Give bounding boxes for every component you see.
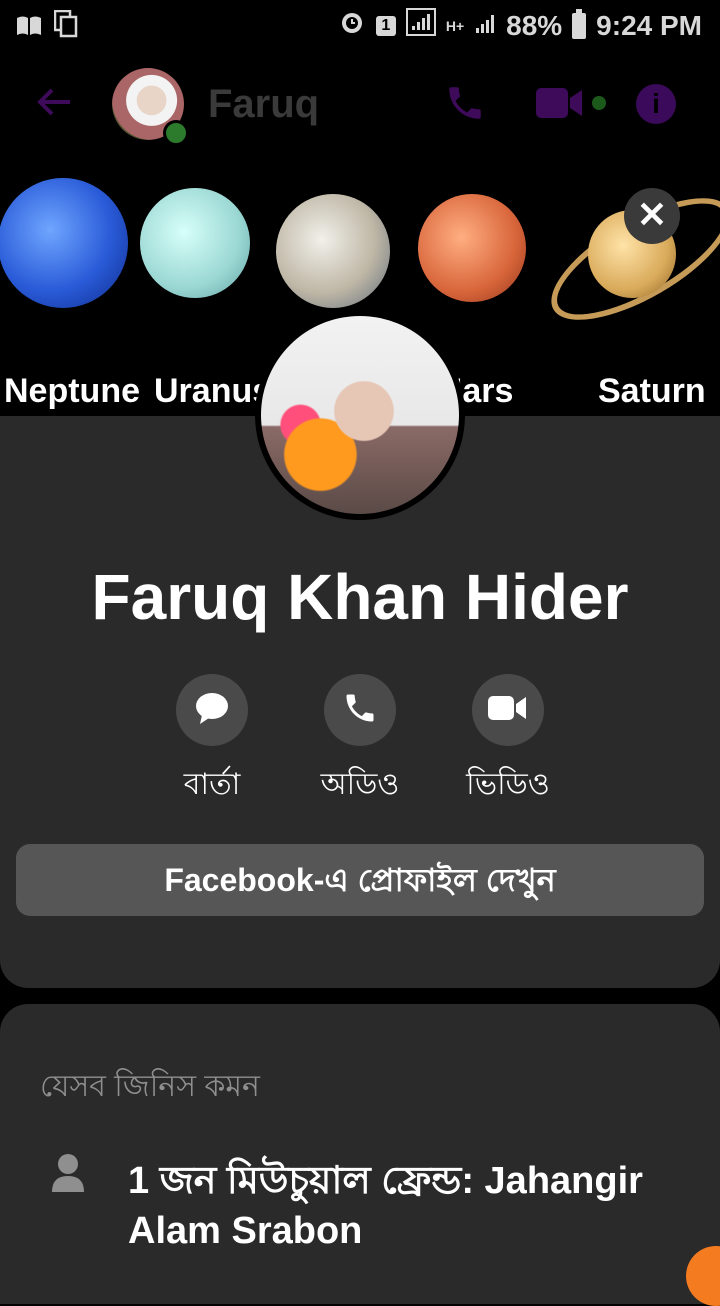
book-icon — [16, 12, 42, 44]
mutual-friends-text[interactable]: 1 জন মিউচুয়াল ফ্রেন্ড: Jahangir Alam Sr… — [128, 1156, 698, 1256]
audio-label: অডিও — [320, 768, 400, 801]
close-button[interactable]: ✕ — [624, 188, 680, 244]
copy-icon — [53, 9, 78, 45]
chat-header: Faruq i — [0, 52, 720, 158]
battery-icon — [572, 8, 587, 39]
clock: 9:24 PM — [596, 9, 702, 41]
planet-uranus — [140, 188, 250, 298]
planet-neptune — [0, 178, 128, 308]
profile-avatar[interactable] — [261, 316, 459, 514]
view-facebook-profile-button[interactable]: Facebook-এ প্রোফাইল দেখুন — [16, 844, 704, 916]
person-icon — [50, 1152, 86, 1194]
audio-call-button[interactable]: অডিও — [286, 674, 434, 811]
chat-contact-name[interactable]: Faruq — [208, 82, 319, 127]
signal-icon — [405, 8, 436, 43]
info-icon[interactable]: i — [636, 84, 676, 124]
message-label: বার্তা — [183, 768, 241, 801]
battery-percent: 88% — [506, 9, 563, 41]
video-label: ভিডিও — [466, 768, 550, 801]
video-call-button[interactable]: ভিডিও — [434, 674, 582, 811]
phone-icon — [342, 690, 378, 731]
phone-icon[interactable] — [444, 82, 486, 124]
common-card — [0, 1004, 720, 1304]
planet-jupiter — [276, 194, 390, 308]
cover-label-saturn: Saturn — [598, 372, 706, 410]
message-button[interactable]: বার্তা — [138, 674, 286, 811]
alarm-icon — [338, 8, 366, 43]
audio-call-button-circle[interactable] — [324, 674, 396, 746]
online-indicator — [163, 120, 189, 146]
profile-name: Faruq Khan Hider — [91, 561, 629, 633]
cover-label-uranus: Uranus — [154, 372, 272, 410]
video-online-dot — [592, 96, 606, 110]
network-type: H+ — [445, 17, 465, 34]
back-arrow-icon[interactable] — [34, 82, 74, 129]
message-icon — [194, 691, 230, 730]
message-button-circle[interactable] — [176, 674, 248, 746]
status-bar: 1 H+ 88% 9:24 PM — [0, 0, 720, 52]
common-section-title: যেসব জিনিস কমন — [40, 1070, 260, 1103]
notification-badge: 1 — [375, 15, 396, 36]
video-call-icon[interactable] — [536, 86, 584, 120]
signal-strength-icon — [474, 10, 496, 42]
video-icon — [488, 694, 528, 727]
cover-label-neptune: Neptune — [4, 372, 140, 410]
video-call-button-circle[interactable] — [472, 674, 544, 746]
planet-mars — [418, 194, 526, 302]
